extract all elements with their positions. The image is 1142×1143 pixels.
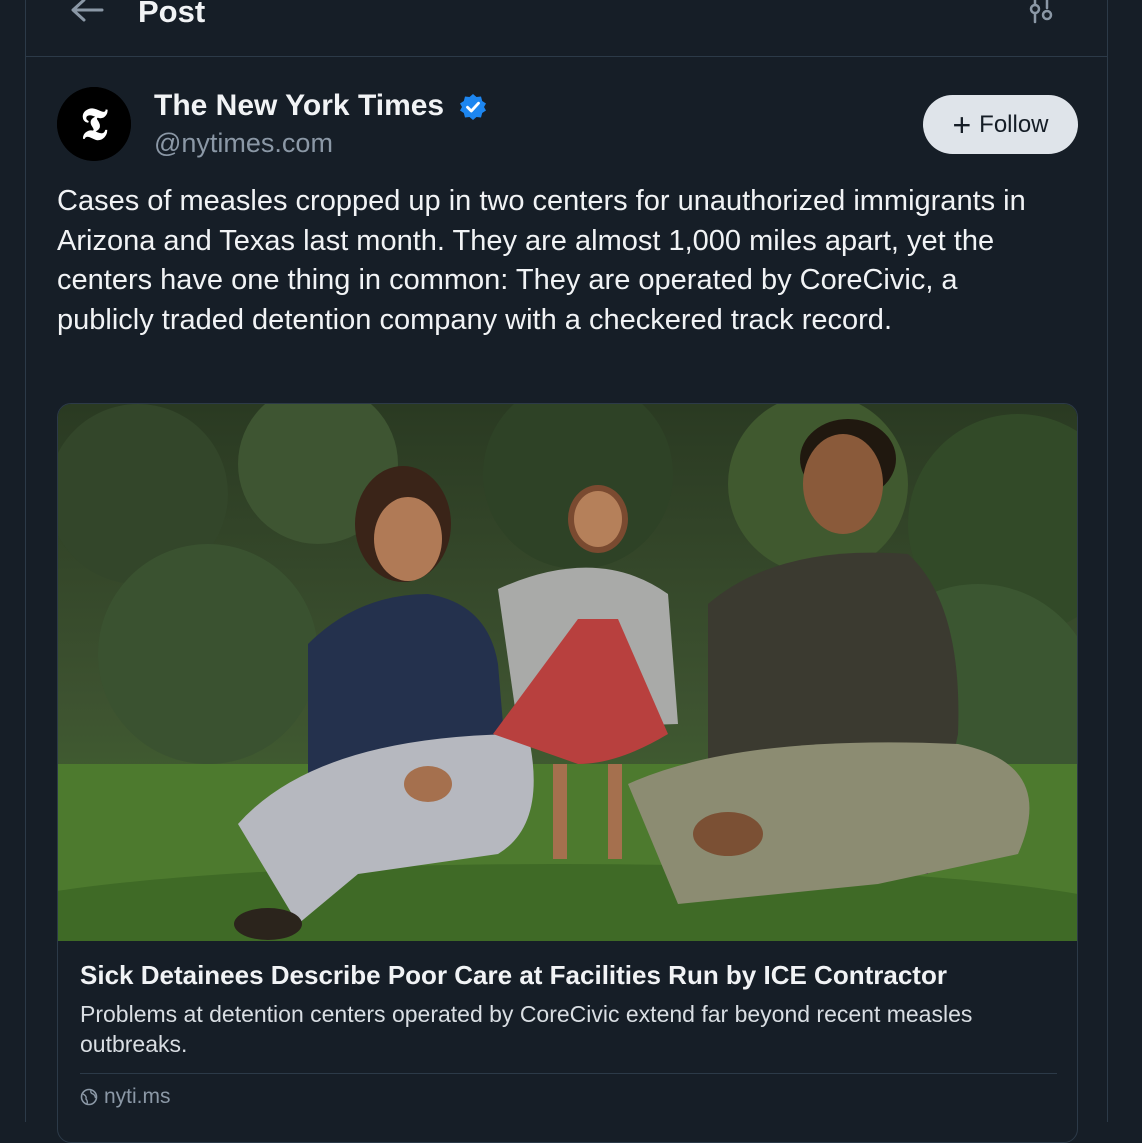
article-photo [58,404,1077,941]
nyt-logo-icon: 𝕿 [57,87,131,161]
article-headline: Sick Detainees Describe Poor Care at Fac… [80,960,947,990]
sliders-icon[interactable] [1026,0,1058,26]
domain-label: nyti.ms [104,1085,171,1108]
divider [80,1073,1057,1074]
follow-button[interactable]: + Follow [923,95,1078,154]
post-text: Cases of measles cropped up in two cente… [57,185,1026,336]
globe-icon [80,1088,98,1106]
article-domain: nyti.ms [80,1085,171,1109]
avatar[interactable]: 𝕿 [57,87,131,161]
top-bar: Post [26,0,1107,57]
link-card[interactable]: Sick Detainees Describe Poor Care at Fac… [57,403,1078,1143]
back-arrow-icon[interactable] [66,0,106,28]
plus-icon: + [952,106,972,143]
page-title: Post [138,0,206,29]
author-handle[interactable]: @nytimes.com [154,126,333,160]
verified-badge-icon [460,94,486,120]
follow-label: Follow [979,110,1049,138]
author-name[interactable]: The New York Times [154,87,444,125]
avatar-letter: 𝕿 [80,99,108,150]
article-summary: Problems at detention centers operated b… [80,1001,973,1057]
post-thread-column: Post 𝕿 The New York Times @nytimes.com +… [25,0,1108,1143]
